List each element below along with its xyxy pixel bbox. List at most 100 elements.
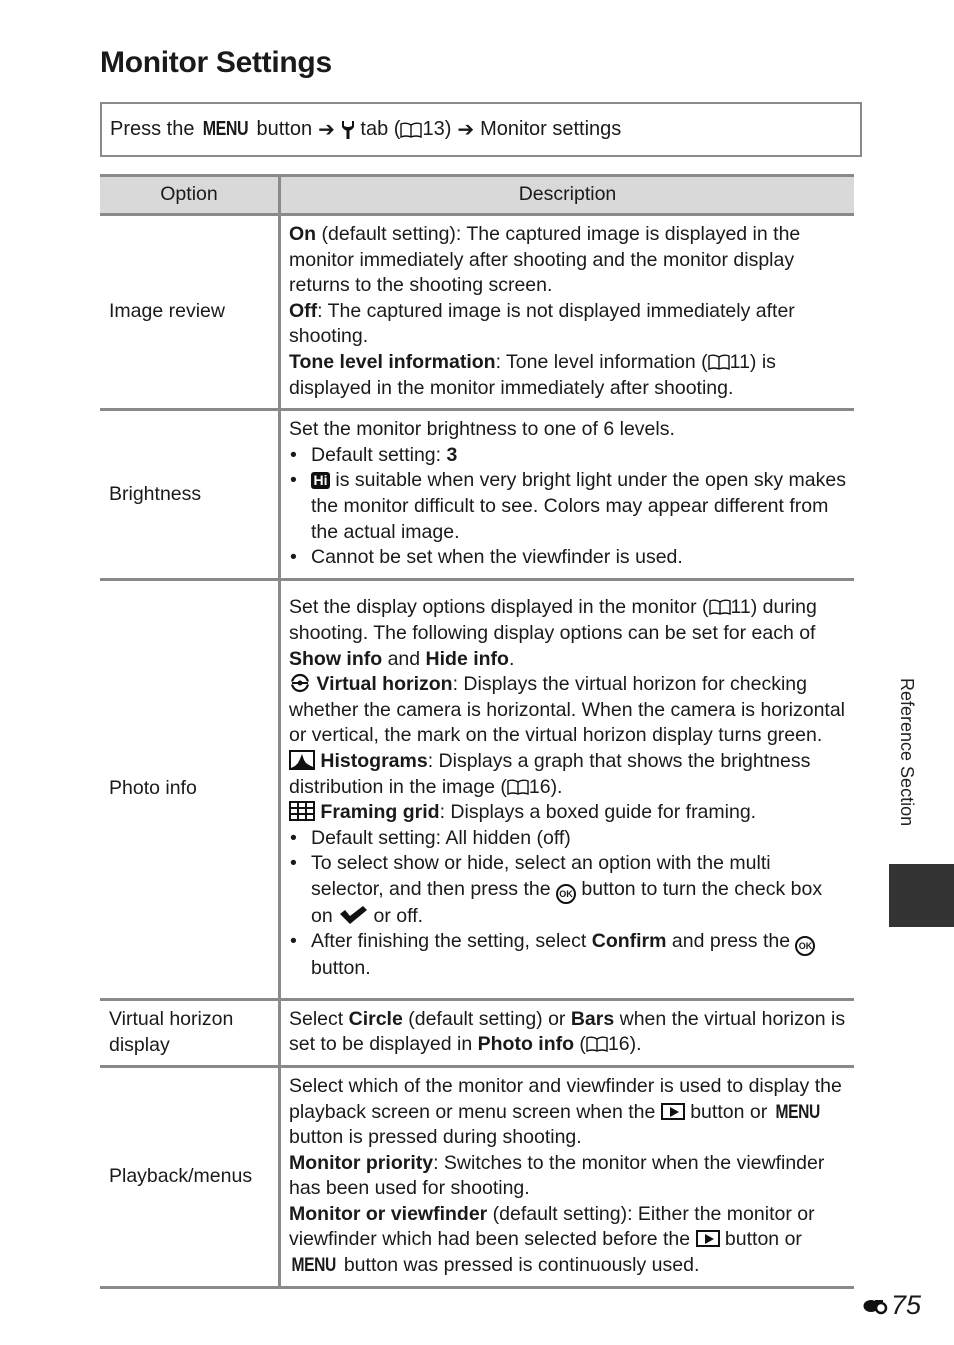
list-item: To select show or hide, select an option… (289, 851, 846, 929)
paragraph: On (default setting): The captured image… (289, 222, 846, 299)
term: Monitor or viewfinder (289, 1202, 488, 1225)
hi-brightness-icon: Hi (311, 472, 330, 490)
list-item: Hi is suitable when very bright light un… (289, 468, 846, 545)
text: 16). (528, 775, 563, 798)
text: button or (719, 1228, 802, 1251)
text: : Displays a boxed guide for framing. (439, 801, 757, 824)
book-icon (707, 354, 730, 370)
intro-text: Select which of the monitor and viewfind… (289, 1074, 846, 1151)
text: button was pressed is continuously used. (338, 1254, 700, 1277)
text: button is pressed during shooting. (289, 1126, 582, 1149)
term: Framing grid (320, 801, 440, 824)
page-number-text: 75 (891, 1290, 922, 1320)
paragraph: Monitor priority: Switches to the monito… (289, 1151, 846, 1202)
intro-text: Set the monitor brightness to one of 6 l… (289, 418, 675, 441)
text: Set the display options displayed in the… (289, 596, 709, 619)
text: button or (684, 1100, 773, 1123)
option-description: On (default setting): The captured image… (279, 214, 854, 412)
option-name: Image review (100, 214, 281, 412)
text: button. (311, 957, 371, 980)
nav-tab-text: tab ( (354, 118, 401, 140)
framing-grid-icon (289, 801, 315, 822)
text: and (382, 647, 426, 670)
term: Bars (570, 1007, 615, 1030)
term: Tone level information (289, 350, 496, 373)
menu-button-icon: MENU (291, 1254, 337, 1277)
arrow-right-icon: ➔ (457, 119, 475, 141)
text: Select (289, 1007, 349, 1030)
playback-button-icon (695, 1230, 720, 1248)
table-row: Playback/menus Select which of the monit… (100, 1066, 854, 1289)
term: Confirm (591, 930, 667, 953)
term: Virtual horizon (316, 673, 453, 696)
term: On (289, 223, 317, 245)
option-description: Set the display options displayed in the… (279, 579, 854, 1001)
reference-section-icon (863, 1299, 888, 1314)
text: 16). (607, 1033, 642, 1056)
text: (default setting) or (402, 1007, 571, 1030)
list-item: Cannot be set when the viewfinder is use… (289, 545, 846, 571)
option-name: Playback/menus (100, 1066, 281, 1289)
table-row: Brightness Set the monitor brightness to… (100, 409, 854, 581)
value: 3 (446, 443, 458, 466)
option-name: Photo info (100, 579, 281, 1001)
option-description: Select Circle (default setting) or Bars … (279, 999, 854, 1068)
text: : The captured image is not displayed im… (289, 299, 795, 348)
option-name: Brightness (100, 409, 281, 581)
list-item: After finishing the setting, select Conf… (289, 929, 846, 982)
option-description: Select which of the monitor and viewfind… (279, 1066, 854, 1289)
paragraph: Monitor or viewfinder (default setting):… (289, 1202, 846, 1279)
ok-button-icon: OK (795, 936, 816, 957)
header-description: Description (279, 174, 854, 216)
term: Circle (348, 1007, 403, 1030)
text: Default setting: All hidden (off) (311, 826, 571, 849)
text: Cannot be set when the viewfinder is use… (311, 546, 683, 569)
section-tab (889, 864, 954, 927)
bullet-list: Default setting: All hidden (off) To sel… (289, 826, 846, 982)
list-item: Default setting: 3 (289, 443, 846, 469)
text: . (508, 647, 515, 670)
text: or off. (368, 904, 424, 927)
intro-text: Set the display options displayed in the… (289, 595, 846, 672)
term: Monitor priority (289, 1151, 434, 1174)
checkmark-icon (340, 905, 368, 924)
section-label: Reference Section (897, 678, 917, 827)
page-title: Monitor Settings (100, 46, 332, 79)
wrench-icon (341, 120, 354, 139)
nav-destination: Monitor settings (480, 118, 622, 140)
nav-after-menu: button (250, 118, 313, 140)
nav-tab-ref: 13) (422, 118, 452, 140)
term: Histograms (320, 749, 428, 772)
options-table: Option Description Image review On (defa… (100, 174, 854, 1289)
term: Photo info (477, 1033, 575, 1056)
list-item: Default setting: All hidden (off) (289, 826, 846, 852)
page-number: 75 (862, 1290, 921, 1321)
book-icon (400, 122, 423, 138)
playback-button-icon (660, 1102, 685, 1120)
term: Show info (289, 647, 383, 670)
term: Hide info (425, 647, 509, 670)
paragraph: Histograms: Displays a graph that shows … (289, 749, 846, 800)
navigation-path: Press the MENU button ➔ tab ( 13) ➔ Moni… (100, 102, 862, 157)
book-icon (586, 1036, 608, 1053)
menu-button-icon: MENU (202, 118, 249, 140)
text: ( (574, 1033, 586, 1056)
paragraph: Framing grid: Displays a boxed guide for… (289, 800, 846, 826)
text: 11) (730, 596, 758, 619)
nav-prefix: Press the (110, 118, 201, 140)
paragraph: Off: The captured image is not displayed… (289, 299, 846, 350)
table-row: Image review On (default setting): The c… (100, 214, 854, 412)
option-description: Set the monitor brightness to one of 6 l… (279, 409, 854, 581)
arrow-right-icon: ➔ (318, 119, 335, 141)
text: After finishing the setting, select (311, 930, 592, 953)
ok-button-icon: OK (556, 883, 576, 904)
paragraph: Virtual horizon: Displays the virtual ho… (289, 672, 846, 749)
text: : Tone level information ( (495, 350, 708, 373)
bullet-list: Default setting: 3 Hi is suitable when v… (289, 443, 846, 571)
histogram-icon (289, 749, 315, 770)
paragraph: Tone level information: Tone level infor… (289, 350, 846, 401)
virtual-horizon-icon (290, 674, 310, 693)
option-name: Virtual horizon display (100, 999, 281, 1068)
text: is suitable when very bright light under… (311, 469, 846, 543)
menu-button-icon: MENU (775, 1100, 820, 1123)
